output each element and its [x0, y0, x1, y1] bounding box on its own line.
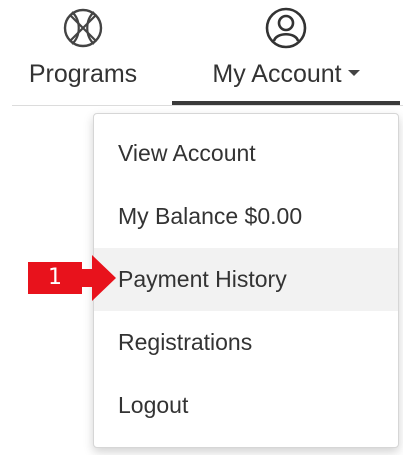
nav-label-programs: Programs [28, 60, 138, 88]
top-navigation: Programs My Account [0, 0, 403, 106]
account-dropdown-menu: View Account My Balance $0.00 Payment Hi… [93, 113, 399, 448]
nav-item-programs[interactable]: Programs [12, 0, 154, 106]
menu-item-logout[interactable]: Logout [94, 374, 398, 437]
step-number-badge: 1 [28, 262, 82, 294]
user-avatar-icon [265, 7, 307, 49]
menu-item-view-account[interactable]: View Account [94, 122, 398, 185]
caret-down-icon [347, 70, 360, 77]
menu-item-registrations[interactable]: Registrations [94, 311, 398, 374]
basketball-icon [63, 8, 103, 48]
nav-item-my-account[interactable]: My Account [172, 0, 400, 106]
menu-item-my-balance[interactable]: My Balance $0.00 [94, 185, 398, 248]
nav-label-my-account: My Account [172, 59, 400, 89]
menu-item-payment-history[interactable]: Payment History [94, 248, 398, 311]
step-arrow-icon [78, 255, 116, 301]
nav-divider [12, 105, 403, 106]
